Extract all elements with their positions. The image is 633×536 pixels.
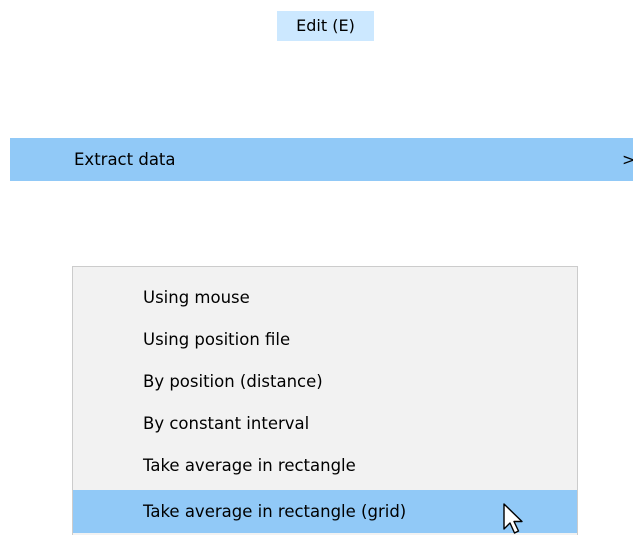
extract-data-menu-item[interactable]: Extract data > bbox=[10, 138, 633, 181]
submenu-item-using-position-file[interactable]: Using position file bbox=[73, 318, 577, 361]
edit-menu-title[interactable]: Edit (E) bbox=[277, 11, 374, 41]
submenu-item-label: Using position file bbox=[143, 330, 291, 349]
extract-data-submenu: Using mouse Using position file By posit… bbox=[72, 266, 578, 535]
submenu-item-label: Using mouse bbox=[143, 288, 250, 307]
submenu-item-take-average-in-rectangle-grid[interactable]: Take average in rectangle (grid) bbox=[73, 490, 577, 533]
submenu-item-label: Take average in rectangle bbox=[143, 456, 356, 475]
submenu-item-using-mouse[interactable]: Using mouse bbox=[73, 276, 577, 319]
submenu-arrow-icon: > bbox=[622, 150, 633, 169]
submenu-item-take-average-in-rectangle[interactable]: Take average in rectangle bbox=[73, 444, 577, 487]
submenu-item-label: By position (distance) bbox=[143, 372, 323, 391]
submenu-item-label: By constant interval bbox=[143, 414, 310, 433]
extract-data-label: Extract data bbox=[74, 150, 176, 169]
submenu-item-by-constant-interval[interactable]: By constant interval bbox=[73, 402, 577, 445]
submenu-item-by-position-distance[interactable]: By position (distance) bbox=[73, 360, 577, 403]
submenu-item-label: Take average in rectangle (grid) bbox=[143, 502, 407, 521]
